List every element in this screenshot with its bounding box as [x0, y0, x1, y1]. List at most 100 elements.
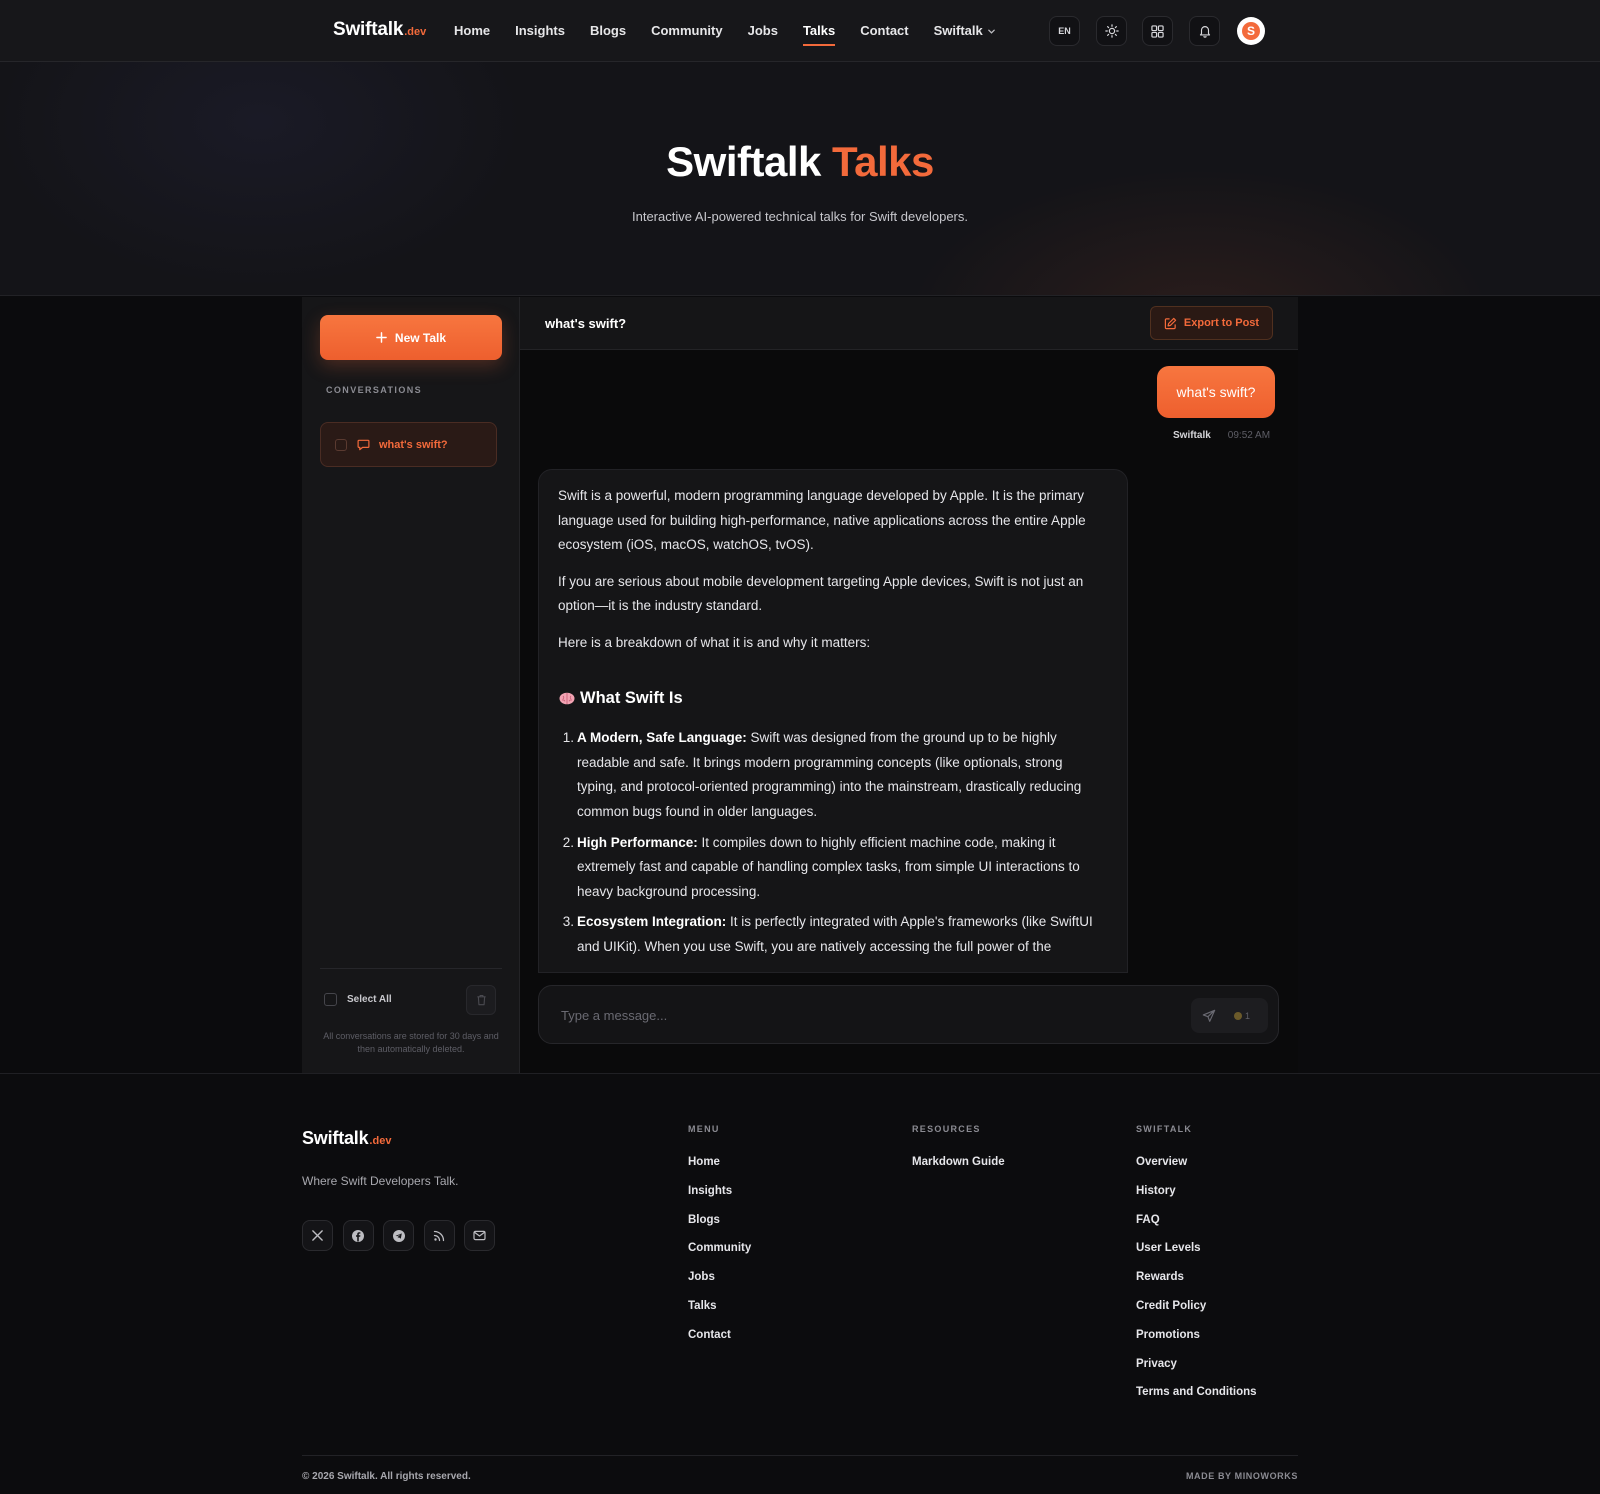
social-telegram-button[interactable] [383, 1220, 414, 1251]
export-to-post-button[interactable]: Export to Post [1150, 306, 1273, 340]
nav-jobs[interactable]: Jobs [748, 0, 778, 62]
retention-note: All conversations are stored for 30 days… [323, 1031, 499, 1054]
nav-blogs[interactable]: Blogs [590, 0, 626, 62]
notifications-button[interactable] [1189, 16, 1220, 46]
nav-home[interactable]: Home [454, 0, 490, 62]
rss-icon [433, 1230, 445, 1242]
mail-icon [473, 1230, 486, 1241]
list-item-title: High Performance: [577, 834, 698, 850]
ai-paragraph: Here is a breakdown of what it is and wh… [558, 634, 871, 650]
social-facebook-button[interactable] [342, 1220, 374, 1251]
footer-brand-name: Swiftalk [302, 1128, 369, 1148]
page-title-accent: Talks [832, 138, 934, 185]
edit-icon [1164, 317, 1184, 330]
footer-link-home[interactable]: Home [688, 1154, 751, 1183]
list-item: 1. A Modern, Safe Language: Swift was de… [558, 726, 1103, 824]
footer-link-faq[interactable]: FAQ [1136, 1212, 1257, 1241]
x-icon [311, 1229, 324, 1242]
footer-menu-title: MENU [688, 1124, 720, 1134]
footer-menu-column: MENU Home Insights Blogs Community Jobs … [688, 1124, 751, 1356]
top-navbar: Swiftalk .dev Home Insights Blogs Commun… [0, 0, 1600, 62]
footer-link-privacy[interactable]: Privacy [1136, 1356, 1257, 1385]
list-item: 2. High Performance: It compiles down to… [558, 831, 1103, 905]
list-item-title: A Modern, Safe Language: [577, 730, 747, 746]
grid-icon [1151, 24, 1164, 38]
footer-link-community[interactable]: Community [688, 1240, 751, 1269]
brand-tld: .dev [404, 26, 427, 38]
apps-button[interactable] [1142, 16, 1173, 46]
user-avatar[interactable]: S [1237, 17, 1265, 45]
main-nav: Home Insights Blogs Community Jobs Talks… [454, 0, 1021, 62]
nav-swiftalk-label: Swiftalk [933, 23, 983, 38]
coin-icon [1234, 1011, 1242, 1020]
ai-heading-text: What Swift Is [580, 688, 683, 707]
footer-link-insights[interactable]: Insights [688, 1183, 751, 1212]
social-rss-button[interactable] [423, 1220, 455, 1251]
footer-brand-logo[interactable]: Swiftalk .dev [302, 1128, 391, 1149]
footer-link-contact[interactable]: Contact [688, 1327, 751, 1356]
footer-link-rewards[interactable]: Rewards [1136, 1269, 1257, 1298]
sidebar-divider [320, 968, 502, 969]
brand-logo[interactable]: Swiftalk .dev [333, 19, 426, 41]
list-number: 2. [562, 834, 574, 850]
chat-panel: what's swift? Export to Post what's swif… [520, 297, 1298, 1073]
list-item-title: Ecosystem Integration: [577, 914, 727, 930]
facebook-icon [351, 1229, 365, 1243]
footer-divider [302, 1455, 1298, 1456]
select-all-control[interactable]: Select All [324, 993, 392, 1006]
ai-paragraph: Swift is a powerful, modern programming … [558, 488, 1086, 553]
footer-swiftalk-column: SWIFTALK Overview History FAQ User Level… [1136, 1124, 1257, 1413]
credit-indicator: 1 [1234, 1011, 1250, 1021]
made-by-credit[interactable]: MADE BY MINOWORKS [1090, 1471, 1298, 1481]
message-meta: Swiftalk 09:52 AM [1173, 430, 1270, 441]
chat-header: what's swift? Export to Post [520, 297, 1298, 350]
footer-resources-title: RESOURCES [912, 1124, 981, 1134]
hero-section: Swiftalk Talks Interactive AI-powered te… [0, 62, 1600, 296]
footer-link-user-levels[interactable]: User Levels [1136, 1240, 1257, 1269]
select-all-checkbox[interactable] [324, 993, 337, 1006]
footer-swiftalk-title: SWIFTALK [1136, 1124, 1193, 1134]
footer-link-terms[interactable]: Terms and Conditions [1136, 1384, 1257, 1413]
send-icon[interactable] [1202, 1009, 1216, 1023]
ai-response-card: Swift is a powerful, modern programming … [538, 469, 1128, 973]
footer-link-overview[interactable]: Overview [1136, 1154, 1257, 1183]
copyright: © 2026 Swiftalk. All rights reserved. [302, 1471, 471, 1482]
brand-name: Swiftalk [333, 19, 404, 40]
new-talk-button[interactable]: New Talk [320, 315, 502, 360]
footer-resources-column: RESOURCES Markdown Guide [912, 1124, 1005, 1183]
footer-link-markdown-guide[interactable]: Markdown Guide [912, 1154, 1005, 1183]
theme-toggle-button[interactable] [1096, 16, 1127, 46]
social-x-button[interactable] [302, 1220, 333, 1251]
bell-icon [1198, 24, 1212, 38]
footer-link-talks[interactable]: Talks [688, 1298, 751, 1327]
list-number: 1. [562, 730, 574, 746]
conversation-item[interactable]: what's swift? [320, 422, 497, 467]
chevron-down-icon [987, 27, 996, 36]
ai-response-body: Swift is a powerful, modern programming … [558, 484, 1103, 966]
footer-link-promotions[interactable]: Promotions [1136, 1327, 1257, 1356]
nav-insights[interactable]: Insights [515, 0, 565, 62]
footer-link-history[interactable]: History [1136, 1183, 1257, 1212]
ai-list: 1. A Modern, Safe Language: Swift was de… [558, 726, 1103, 959]
page-title-main: Swiftalk [666, 138, 821, 185]
language-button[interactable]: EN [1049, 16, 1080, 46]
brain-icon [558, 689, 576, 707]
nav-contact[interactable]: Contact [860, 0, 908, 62]
footer-link-credit-policy[interactable]: Credit Policy [1136, 1298, 1257, 1327]
social-mail-button[interactable] [464, 1220, 495, 1251]
social-links [302, 1220, 505, 1251]
delete-conversations-button[interactable] [466, 985, 496, 1015]
credit-count: 1 [1245, 1010, 1251, 1021]
conversation-checkbox[interactable] [335, 438, 347, 451]
footer-link-blogs[interactable]: Blogs [688, 1212, 751, 1241]
message-input[interactable] [561, 1004, 1161, 1026]
nav-talks[interactable]: Talks [802, 0, 836, 62]
send-controls: 1 [1191, 998, 1268, 1033]
site-footer: Swiftalk .dev Where Swift Developers Tal… [0, 1073, 1600, 1494]
select-all-label: Select All [347, 994, 392, 1005]
footer-link-jobs[interactable]: Jobs [688, 1269, 751, 1298]
avatar-letter: S [1242, 22, 1260, 40]
nav-swiftalk-dropdown[interactable]: Swiftalk [934, 0, 996, 62]
nav-community[interactable]: Community [651, 0, 723, 62]
message-composer: 1 [538, 985, 1279, 1044]
